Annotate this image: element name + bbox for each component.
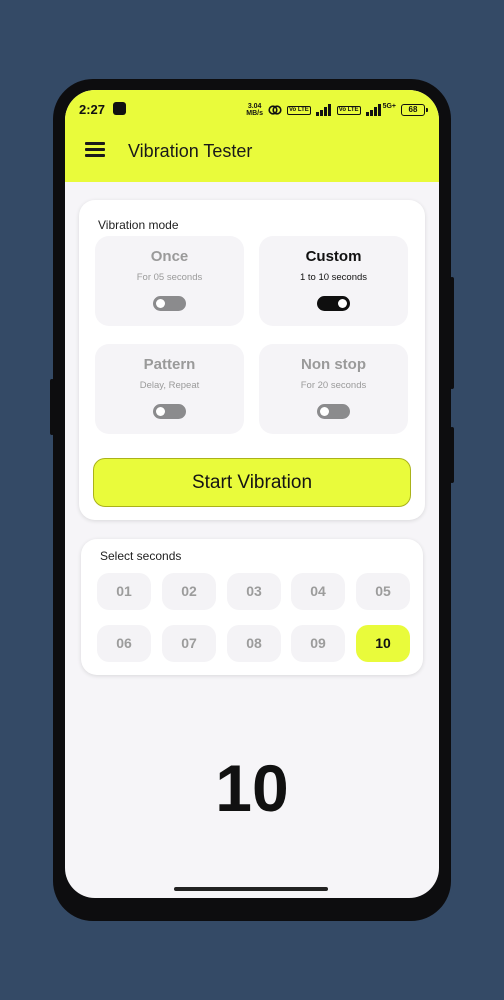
mode-non-stop[interactable]: Non stop For 20 seconds — [259, 344, 408, 434]
hamburger-menu-icon[interactable] — [85, 142, 105, 157]
seconds-option-06[interactable]: 06 — [97, 625, 151, 662]
seconds-option-10[interactable]: 10 — [356, 625, 410, 662]
app-screen: 2:27 3.04 MB/s Vo LTE Vo LTE 5G+ 68 Vibr… — [65, 90, 439, 898]
mode-custom-subtitle: 1 to 10 seconds — [299, 272, 368, 283]
net-speed-unit: MB/s — [246, 110, 263, 117]
status-bar: 2:27 3.04 MB/s Vo LTE Vo LTE 5G+ 68 — [79, 101, 428, 119]
mode-once-toggle[interactable] — [153, 296, 186, 311]
battery-icon: 68 — [401, 104, 428, 116]
volte-badge-1: Vo LTE — [287, 105, 311, 115]
top-app-bar: 2:27 3.04 MB/s Vo LTE Vo LTE 5G+ 68 Vibr… — [65, 90, 439, 182]
vibration-mode-card: Vibration mode Once For 05 seconds Custo… — [79, 200, 425, 520]
start-vibration-button[interactable]: Start Vibration — [93, 458, 411, 507]
vibration-mode-label: Vibration mode — [98, 218, 179, 232]
seconds-option-08[interactable]: 08 — [227, 625, 281, 662]
signal-icon-1 — [315, 104, 332, 116]
mode-non-stop-toggle[interactable] — [317, 404, 350, 419]
mode-pattern-subtitle: Delay, Repeat — [139, 380, 200, 391]
signal-label: 5G+ — [382, 102, 396, 110]
seconds-option-07[interactable]: 07 — [162, 625, 216, 662]
volte-badge-2: Vo LTE — [336, 105, 361, 115]
hotspot-icon — [268, 105, 282, 115]
notification-icon — [113, 102, 126, 115]
status-time: 2:27 — [79, 102, 106, 117]
seconds-display: 10 — [215, 751, 289, 825]
app-title: Vibration Tester — [128, 141, 253, 161]
mode-once-subtitle: For 05 seconds — [136, 272, 203, 283]
phone-frame: 2:27 3.04 MB/s Vo LTE Vo LTE 5G+ 68 Vibr… — [50, 79, 454, 921]
mode-pattern-toggle[interactable] — [153, 404, 186, 419]
signal-icon-2 — [365, 104, 382, 116]
mode-non-stop-subtitle: For 20 seconds — [300, 380, 367, 391]
net-speed: 3.04 MB/s — [246, 103, 263, 117]
seconds-option-05[interactable]: 05 — [356, 573, 410, 610]
status-icons: 3.04 MB/s Vo LTE Vo LTE 5G+ 68 — [246, 101, 428, 119]
seconds-option-04[interactable]: 04 — [291, 573, 345, 610]
home-indicator[interactable] — [174, 887, 328, 891]
mode-pattern-name: Pattern — [143, 356, 196, 373]
net-speed-value: 3.04 — [247, 103, 262, 110]
mode-custom-toggle[interactable] — [317, 296, 350, 311]
seconds-option-03[interactable]: 03 — [227, 573, 281, 610]
mode-custom-name: Custom — [305, 248, 362, 265]
seconds-option-02[interactable]: 02 — [162, 573, 216, 610]
seconds-option-09[interactable]: 09 — [291, 625, 345, 662]
mode-pattern[interactable]: Pattern Delay, Repeat — [95, 344, 244, 434]
seconds-option-01[interactable]: 01 — [97, 573, 151, 610]
mode-once-name: Once — [150, 248, 189, 265]
select-seconds-card: Select seconds 01 02 03 04 05 06 07 08 0… — [81, 539, 423, 675]
select-seconds-label: Select seconds — [100, 549, 182, 563]
mode-custom[interactable]: Custom 1 to 10 seconds — [259, 236, 408, 326]
volume-button — [50, 379, 54, 435]
power-button — [450, 277, 454, 389]
mode-once[interactable]: Once For 05 seconds — [95, 236, 244, 326]
mode-non-stop-name: Non stop — [301, 356, 366, 373]
side-button — [450, 427, 454, 483]
